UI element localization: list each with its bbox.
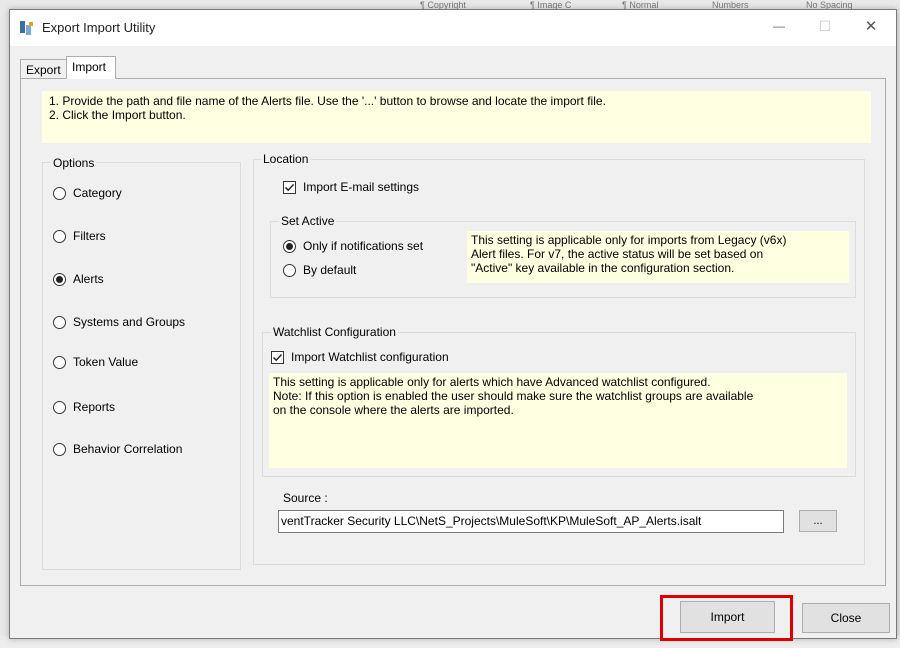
option-filters-radio[interactable]: Filters: [53, 229, 106, 243]
close-window-button[interactable]: ✕: [848, 10, 894, 42]
set-active-title: Set Active: [279, 214, 337, 228]
browse-label: ...: [813, 515, 823, 527]
note-line: on the console where the alerts are impo…: [273, 403, 514, 417]
import-email-settings-checkbox[interactable]: [283, 180, 296, 194]
option-label: Token Value: [73, 355, 139, 369]
close-button-label: Close: [830, 611, 862, 625]
option-reports-radio[interactable]: Reports: [53, 400, 115, 414]
source-path-input[interactable]: ventTracker Security LLC\NetS_Projects\M…: [278, 510, 784, 533]
radio-button[interactable]: [53, 229, 66, 243]
note-line: "Active" key available in the configurat…: [471, 261, 735, 275]
window-title: Export Import Utility: [42, 20, 156, 35]
checkmark-icon: [284, 183, 295, 191]
tab-import[interactable]: Import: [66, 56, 116, 79]
location-group: Location Import E-mail settings Set Acti…: [253, 152, 865, 565]
tab-export[interactable]: Export: [20, 59, 67, 79]
close-button[interactable]: Close: [802, 603, 890, 633]
option-category-radio[interactable]: Category: [53, 186, 122, 200]
options-group: Options Category Filters Alerts Systems …: [42, 156, 241, 570]
option-label: Category: [73, 186, 122, 200]
import-watchlist-checkbox[interactable]: [271, 350, 284, 364]
source-path-value: ventTracker Security LLC\NetS_Projects\M…: [281, 514, 702, 528]
options-group-title: Options: [51, 156, 97, 170]
tab-label: Export: [26, 63, 61, 77]
import-tab-panel: 1. Provide the path and file name of the…: [20, 78, 886, 586]
by-default-radio[interactable]: By default: [283, 263, 356, 277]
radio-label: By default: [303, 263, 357, 277]
option-label: Behavior Correlation: [73, 442, 183, 456]
app-icon: [20, 21, 33, 35]
radio-button[interactable]: [53, 186, 66, 200]
watchlist-configuration-group: Watchlist Configuration Import Watchlist…: [262, 325, 856, 477]
option-label: Filters: [73, 229, 106, 243]
note-line: This setting is applicable only for aler…: [273, 375, 711, 389]
watchlist-configuration-title: Watchlist Configuration: [271, 325, 398, 339]
location-group-title: Location: [261, 152, 311, 166]
checkbox-label: Import E-mail settings: [303, 180, 420, 194]
maximize-icon: ☐: [818, 17, 832, 34]
tab-label: Import: [72, 60, 107, 74]
radio-button-selected[interactable]: [53, 272, 66, 286]
radio-button[interactable]: [53, 400, 66, 414]
minimize-button[interactable]: —: [756, 10, 802, 42]
option-systems-and-groups-radio[interactable]: Systems and Groups: [53, 315, 185, 329]
note-line: Alert files. For v7, the active status w…: [471, 247, 764, 261]
radio-button[interactable]: [53, 315, 66, 329]
option-label: Alerts: [73, 272, 104, 286]
import-button-highlight: [660, 595, 793, 641]
set-active-note: This setting is applicable only for impo…: [467, 231, 849, 283]
import-watchlist-checkbox-row[interactable]: Import Watchlist configuration: [271, 350, 449, 364]
maximize-button[interactable]: ☐: [802, 10, 848, 42]
instruction-line: 1. Provide the path and file name of the…: [49, 94, 606, 108]
export-import-dialog: Export Import Utility — ☐ ✕ Export Impor…: [9, 9, 897, 641]
option-token-value-radio[interactable]: Token Value: [53, 355, 138, 369]
option-alerts-radio[interactable]: Alerts: [53, 272, 104, 286]
radio-button[interactable]: [283, 263, 296, 277]
radio-button[interactable]: [53, 442, 66, 456]
instruction-line: 2. Click the Import button.: [49, 108, 186, 122]
only-if-notifications-set-radio[interactable]: Only if notifications set: [283, 239, 423, 253]
instructions-panel: 1. Provide the path and file name of the…: [42, 91, 871, 143]
option-behavior-correlation-radio[interactable]: Behavior Correlation: [53, 442, 182, 456]
option-label: Systems and Groups: [73, 315, 186, 329]
radio-button[interactable]: [53, 355, 66, 369]
browse-button[interactable]: ...: [799, 510, 837, 532]
option-label: Reports: [73, 400, 116, 414]
radio-label: Only if notifications set: [303, 239, 424, 253]
close-icon: ✕: [864, 18, 878, 35]
source-label: Source :: [283, 491, 328, 505]
import-email-settings-checkbox-row[interactable]: Import E-mail settings: [283, 180, 419, 194]
checkbox-label: Import Watchlist configuration: [291, 350, 449, 364]
set-active-group: Set Active Only if notifications set By …: [270, 214, 856, 298]
title-bar[interactable]: Export Import Utility — ☐ ✕: [10, 10, 896, 46]
checkmark-icon: [272, 353, 283, 361]
minimize-icon: —: [773, 19, 785, 33]
radio-button-selected[interactable]: [283, 239, 296, 253]
note-line: Note: If this option is enabled the user…: [273, 389, 754, 403]
note-line: This setting is applicable only for impo…: [471, 233, 787, 247]
watchlist-note: This setting is applicable only for aler…: [269, 373, 847, 468]
